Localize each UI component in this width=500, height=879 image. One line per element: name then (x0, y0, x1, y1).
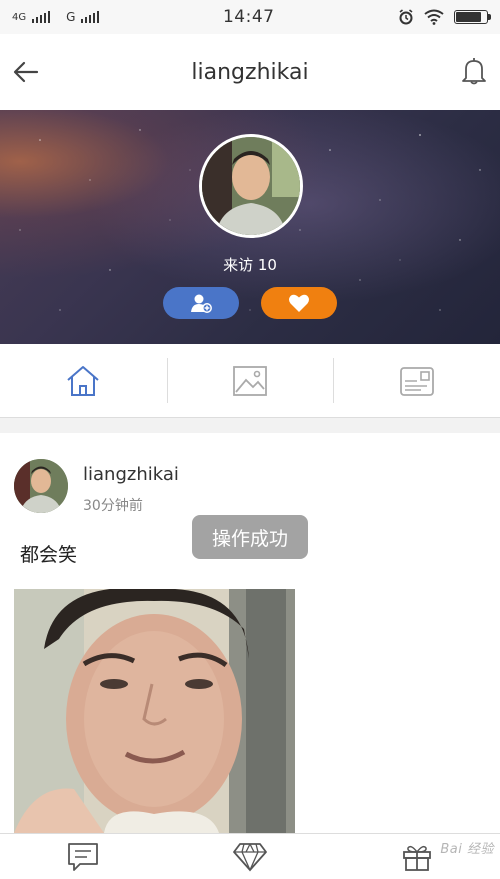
status-time: 14:47 (222, 7, 275, 27)
post-timestamp: 30分钟前 (83, 498, 143, 514)
add-friend-icon (191, 294, 212, 313)
page-title: liangzhikai (191, 59, 309, 85)
back-arrow-icon[interactable] (12, 58, 40, 86)
wifi-icon (424, 9, 444, 25)
tab-home[interactable] (0, 344, 167, 417)
battery-level (456, 12, 481, 22)
status-left: 4G G (12, 10, 100, 24)
profile-card-icon (399, 366, 434, 396)
tab-photos[interactable] (166, 344, 334, 417)
post-author-avatar[interactable] (14, 459, 68, 513)
nav-diamond[interactable] (167, 834, 334, 879)
like-button[interactable] (261, 287, 337, 319)
message-icon (68, 842, 99, 871)
post-card: liangzhikai 30分钟前 都会笑 (0, 433, 500, 833)
profile-banner: 来访 10 (0, 110, 500, 344)
nav-messages[interactable] (0, 834, 167, 879)
bottom-nav (0, 833, 500, 879)
post-photo[interactable] (14, 589, 295, 833)
top-header: liangzhikai (0, 34, 500, 110)
heart-icon (289, 294, 309, 312)
network-type-label: 4G (12, 11, 27, 23)
watermark-logo: Bai 经验 (440, 842, 494, 857)
profile-tabs (0, 344, 500, 418)
bell-icon[interactable] (460, 56, 488, 86)
battery-icon (454, 10, 491, 24)
tab-profile-card[interactable] (333, 344, 500, 417)
post-username[interactable]: liangzhikai (83, 464, 179, 485)
post-text: 都会笑 (20, 544, 78, 566)
network-type-label-2: G (66, 10, 76, 24)
status-right (398, 9, 491, 25)
signal-icon (32, 11, 51, 23)
profile-avatar[interactable] (199, 134, 303, 238)
diamond-icon (233, 842, 267, 872)
home-icon (67, 365, 99, 396)
visits-count: 来访 10 (223, 256, 277, 274)
signal-icon-2 (81, 11, 100, 23)
status-bar: 4G G 14:47 (0, 0, 500, 34)
alarm-icon (399, 9, 413, 25)
gift-icon (402, 845, 431, 871)
add-friend-button[interactable] (163, 287, 239, 319)
image-icon (233, 365, 267, 396)
success-toast: 操作成功 (192, 515, 308, 559)
